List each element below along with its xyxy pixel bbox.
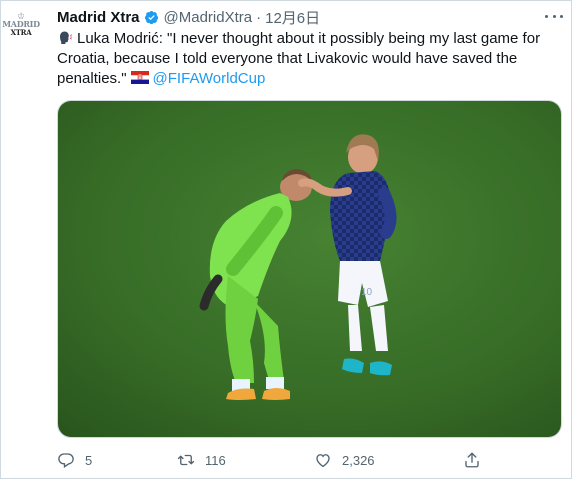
like-count: 2,326	[342, 452, 375, 468]
more-options-icon[interactable]	[545, 9, 563, 23]
like-button[interactable]: 2,326	[314, 451, 375, 469]
share-icon	[465, 452, 479, 468]
tweet-card: ♔ MADRID XTRA Madrid Xtra @MadridXtra · …	[0, 0, 572, 479]
mention-link[interactable]: @FIFAWorldCup	[153, 70, 266, 87]
reply-icon	[58, 453, 74, 469]
tweet-text: Luka Modrić: "I never thought about it p…	[57, 29, 557, 89]
reply-count: 5	[85, 452, 93, 468]
speaking-head-emoji	[60, 31, 73, 44]
author-handle[interactable]: @MadridXtra	[164, 9, 253, 26]
tweet-photo[interactable]: 10	[57, 100, 562, 438]
reply-button[interactable]: 5	[57, 451, 92, 469]
tweet-text-main: Luka Modrić: "I never thought about it p…	[57, 30, 541, 87]
retweet-count: 116	[205, 452, 226, 468]
author-name[interactable]: Madrid Xtra	[57, 9, 140, 26]
share-button[interactable]	[463, 451, 491, 469]
separator-dot: ·	[256, 8, 262, 26]
jersey-number: 10	[361, 287, 373, 298]
verified-badge-icon	[144, 10, 158, 24]
croatia-flag-emoji	[130, 71, 149, 84]
heart-icon	[316, 454, 330, 468]
avatar[interactable]: ♔ MADRID XTRA	[2, 9, 40, 39]
photo-players-celebration: 10	[58, 101, 561, 437]
retweet-icon	[177, 454, 195, 466]
retweet-button[interactable]: 116	[177, 451, 226, 469]
tweet-actions: 5 116 2,326	[1, 451, 572, 471]
avatar-text-line2: XTRA	[10, 27, 32, 37]
timestamp[interactable]: 12月6日	[265, 7, 320, 28]
tweet-header: Madrid Xtra @MadridXtra · 12月6日	[57, 7, 320, 27]
